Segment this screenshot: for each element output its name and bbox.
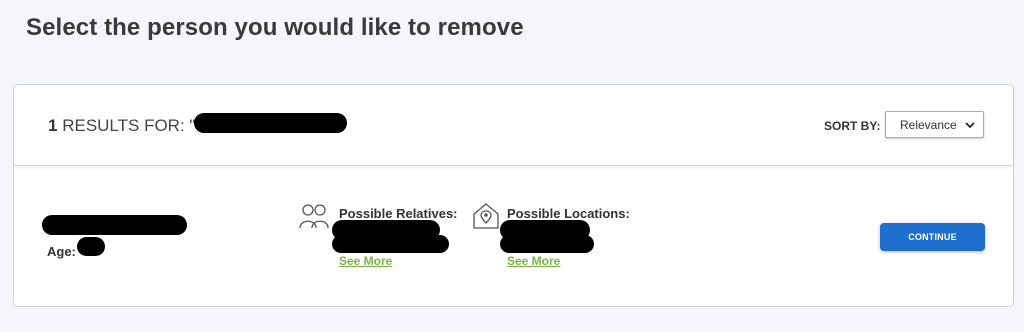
possible-relatives-label: Possible Relatives: bbox=[339, 206, 458, 221]
location-pin-icon bbox=[473, 203, 499, 229]
results-count: 1 RESULTS FOR: " bbox=[48, 116, 195, 136]
redacted-location bbox=[500, 235, 594, 253]
redacted-relative bbox=[332, 235, 449, 253]
age-label: Age: bbox=[47, 244, 76, 259]
people-icon bbox=[299, 204, 329, 229]
continue-button[interactable]: CONTINUE bbox=[880, 223, 985, 251]
results-card: 1 RESULTS FOR: " SORT BY: Relevance Age:… bbox=[13, 84, 1014, 307]
page-title: Select the person you would like to remo… bbox=[26, 14, 524, 41]
redacted-age bbox=[77, 237, 105, 256]
possible-locations-label: Possible Locations: bbox=[507, 206, 630, 221]
redacted-query bbox=[194, 113, 347, 133]
sort-selected-value: Relevance bbox=[900, 117, 957, 132]
sort-label: SORT BY: bbox=[824, 119, 881, 133]
results-header: 1 RESULTS FOR: " SORT BY: Relevance bbox=[14, 85, 1013, 166]
redacted-person-name bbox=[42, 215, 187, 235]
results-label: RESULTS FOR: bbox=[62, 116, 185, 135]
chevron-down-icon bbox=[965, 122, 975, 129]
sort-select[interactable]: Relevance bbox=[885, 111, 984, 138]
results-count-number: 1 bbox=[48, 116, 58, 135]
locations-see-more-link[interactable]: See More bbox=[507, 254, 560, 268]
relatives-see-more-link[interactable]: See More bbox=[339, 254, 392, 268]
